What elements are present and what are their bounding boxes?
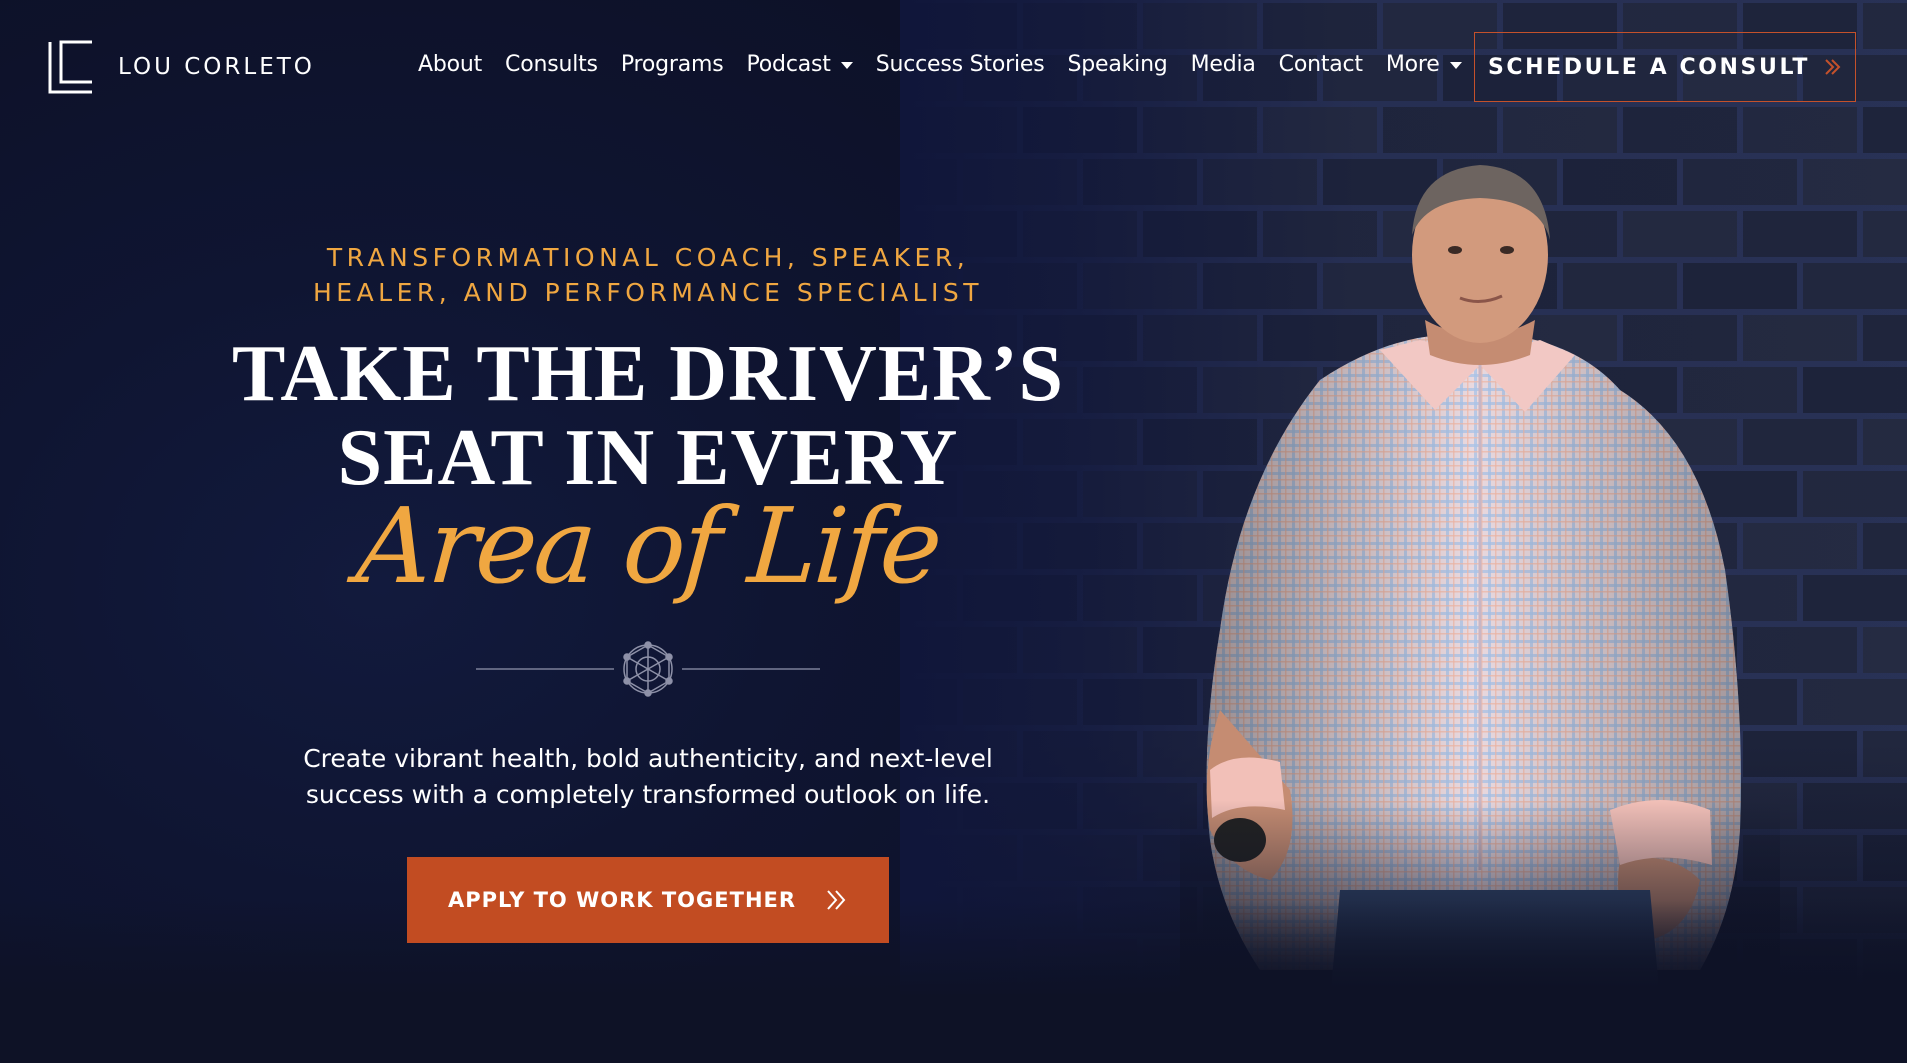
hero-eyebrow: TRANSFORMATIONAL COACH, SPEAKER, HEALER,… [312, 243, 984, 307]
nav-label: Programs [620, 52, 724, 77]
nav-label: Contact [1278, 52, 1363, 77]
nav-item-programs[interactable]: Programs [621, 52, 724, 77]
ornament-divider [476, 641, 820, 697]
brand-name: LOU CORLETO [118, 54, 315, 80]
nav-item-podcast[interactable]: Podcast [747, 52, 853, 77]
lc-monogram-icon [48, 40, 92, 94]
nav-item-more[interactable]: More [1386, 52, 1462, 77]
nav-label: Success Stories [875, 52, 1045, 77]
hero-script-text: Area of Life [352, 485, 944, 607]
portrait-photo [1180, 165, 1780, 1000]
nav-item-success-stories[interactable]: Success Stories [876, 52, 1045, 77]
nav-label: Speaking [1067, 52, 1168, 77]
hero-subtext: Create vibrant health, bold authenticity… [303, 744, 993, 809]
brand-logo[interactable]: LOU CORLETO [48, 40, 315, 94]
nav-item-media[interactable]: Media [1191, 52, 1256, 77]
nav-item-contact[interactable]: Contact [1279, 52, 1363, 77]
nav-label: More [1385, 52, 1440, 77]
hero-content: TRANSFORMATIONAL COACH, SPEAKER, HEALER,… [180, 240, 1116, 943]
nav-label: Podcast [746, 52, 831, 77]
headline-line-1: TAKE THE DRIVER’S [232, 330, 1064, 418]
nav-item-consults[interactable]: Consults [505, 52, 598, 77]
site-header: LOU CORLETO About Consults Programs Podc… [0, 0, 1907, 120]
schedule-consult-button[interactable]: SCHEDULE A CONSULT [1474, 32, 1856, 102]
caret-down-icon [1449, 62, 1462, 69]
schedule-consult-label: SCHEDULE A CONSULT [1487, 54, 1811, 80]
apply-to-work-together-button[interactable]: APPLY TO WORK TOGETHER [407, 857, 889, 943]
main-nav: About Consults Programs Podcast Success … [418, 52, 1485, 77]
apply-button-label: APPLY TO WORK TOGETHER [447, 888, 797, 912]
caret-down-icon [840, 62, 853, 69]
double-chevron-right-icon [1825, 59, 1841, 75]
nav-label: Media [1190, 52, 1256, 77]
hero-headline: TAKE THE DRIVER’S SEAT IN EVERY [180, 332, 1116, 500]
double-chevron-right-icon [827, 890, 846, 910]
nav-label: Consults [505, 52, 598, 77]
nav-item-about[interactable]: About [418, 52, 482, 77]
nav-item-speaking[interactable]: Speaking [1067, 52, 1167, 77]
sacred-geometry-icon [623, 641, 673, 697]
nav-label: About [418, 52, 483, 77]
